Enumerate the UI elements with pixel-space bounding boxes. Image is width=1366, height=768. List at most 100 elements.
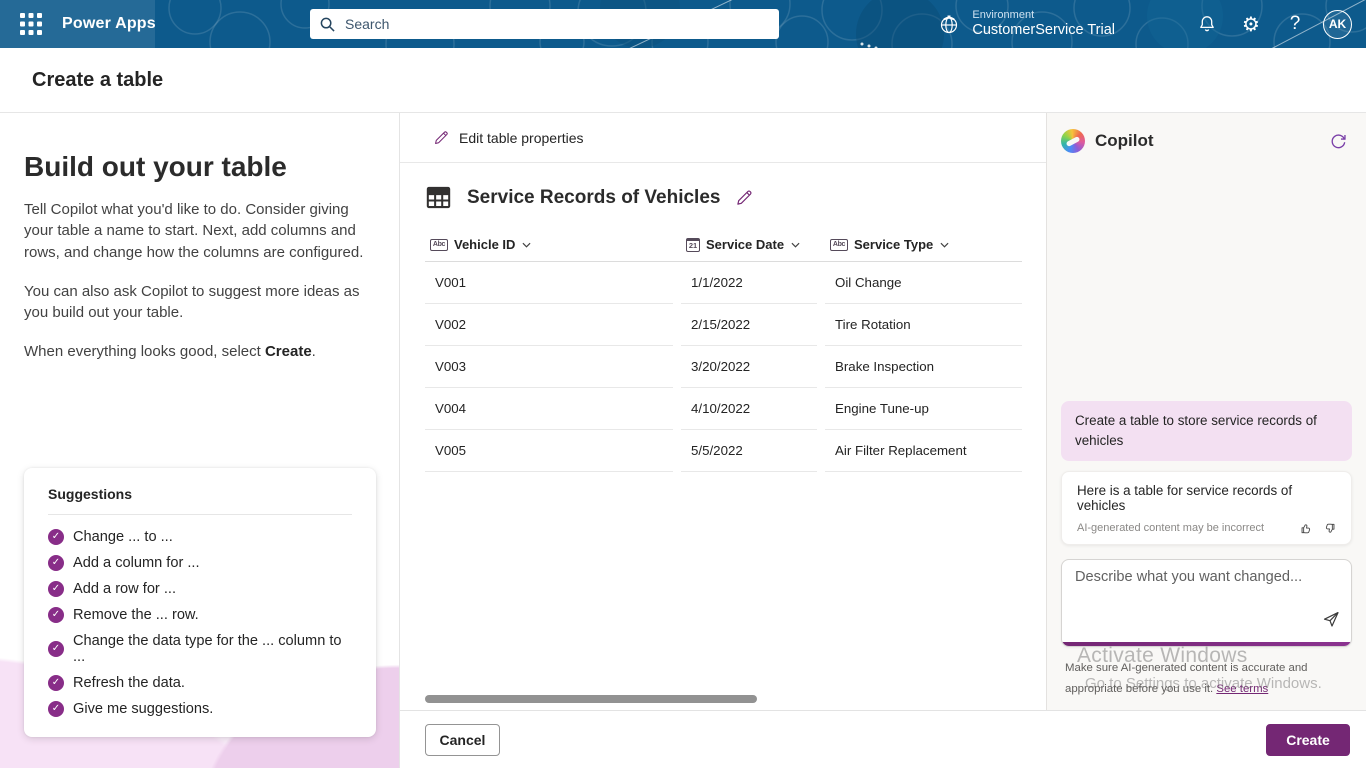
table-row[interactable]: V001 1/1/2022 Oil Change <box>425 262 1022 304</box>
app-launcher-waffle-icon[interactable] <box>14 7 48 41</box>
suggestion-item[interactable]: ✓ Change ... to ... <box>48 529 352 545</box>
cancel-button[interactable]: Cancel <box>425 723 500 756</box>
text-type-icon: Abc <box>830 238 848 251</box>
topbar-left: Power Apps <box>0 0 170 48</box>
suggestions-title: Suggestions <box>48 486 133 502</box>
page-header: Create a table <box>0 48 1366 113</box>
table-row[interactable]: V003 3/20/2022 Brake Inspection <box>425 346 1022 388</box>
panel-paragraph-3: When everything looks good, select Creat… <box>24 341 376 362</box>
chevron-down-icon <box>522 242 531 248</box>
check-icon: ✓ <box>48 555 64 571</box>
ai-disclaimer: AI-generated content may be incorrect <box>1077 522 1265 535</box>
suggestion-label: Change the data type for the ... column … <box>73 633 342 665</box>
send-icon <box>1323 611 1339 627</box>
refresh-icon <box>1331 133 1346 148</box>
copilot-message-footer: AI-generated content may be incorrect <box>1077 522 1336 535</box>
check-icon: ✓ <box>48 581 64 597</box>
suggestion-label: Give me suggestions. <box>73 701 214 717</box>
page-title: Create a table <box>32 68 164 91</box>
column-header-service-type[interactable]: Abc Service Type <box>825 237 1022 252</box>
footer-bar: Cancel Create <box>400 710 1366 768</box>
environment-name: CustomerService Trial <box>972 21 1115 38</box>
column-header-service-date[interactable]: 21 Service Date <box>681 237 817 252</box>
edit-table-name-icon[interactable] <box>735 189 753 207</box>
suggestion-item[interactable]: ✓ Refresh the data. <box>48 675 352 691</box>
cell-service-date: 5/5/2022 <box>681 430 817 472</box>
settings-button[interactable]: ⚙ <box>1229 0 1273 48</box>
table-header-row: Abc Vehicle ID 21 Service Date Abc Servi… <box>425 237 1022 262</box>
account-avatar[interactable]: AK <box>1323 9 1352 39</box>
edit-table-properties-button[interactable]: Edit table properties <box>400 113 1046 163</box>
gear-icon: ⚙ <box>1242 13 1260 36</box>
paragraph-3-prefix: When everything looks good, select <box>24 343 265 361</box>
suggestion-label: Add a column for ... <box>73 555 200 571</box>
panel-paragraph-2: You can also ask Copilot to suggest more… <box>24 282 360 322</box>
check-icon: ✓ <box>48 641 64 657</box>
thumbs-up-icon <box>1301 524 1311 534</box>
suggestion-item[interactable]: ✓ Remove the ... row. <box>48 607 352 623</box>
see-terms-link[interactable]: See terms <box>1216 683 1268 695</box>
copilot-chat-message: Here is a table for service records of v… <box>1061 470 1352 545</box>
table-row[interactable]: V002 2/15/2022 Tire Rotation <box>425 304 1022 346</box>
user-chat-message: Create a table to store service records … <box>1061 400 1352 461</box>
column-label: Service Date <box>706 237 785 252</box>
app-name[interactable]: Power Apps <box>62 15 156 33</box>
suggestions-card: Suggestions ✓ Change ... to ... ✓ Add a co… <box>24 468 376 737</box>
suggestion-item[interactable]: ✓ Change the data type for the ... column… <box>48 633 352 665</box>
panel-paragraph-1: Tell Copilot what you'd like to do. Cons… <box>24 201 364 261</box>
help-button[interactable]: ? <box>1273 0 1317 48</box>
check-icon: ✓ <box>48 607 64 623</box>
copilot-prompt-input[interactable] <box>1062 559 1351 634</box>
notifications-button[interactable] <box>1185 0 1229 48</box>
cell-service-date: 1/1/2022 <box>681 262 817 304</box>
copilot-panel: Copilot Create a table to store service … <box>1046 113 1366 710</box>
cell-vehicle-id: V002 <box>425 304 673 346</box>
cell-vehicle-id: V004 <box>425 388 673 430</box>
environment-picker[interactable]: Environment CustomerService Trial <box>938 9 1115 38</box>
table-preview-panel: Edit table properties Service Records of… <box>400 113 1046 710</box>
cell-service-type: Engine Tune-up <box>825 388 1022 430</box>
footnote-text: Make sure AI-generated content is accura… <box>1065 661 1308 695</box>
paragraph-3-bold: Create <box>264 343 312 361</box>
pencil-icon <box>435 130 448 144</box>
copilot-message-text: Here is a table for service records of v… <box>1077 482 1293 513</box>
environment-icon <box>941 15 958 34</box>
input-accent-bar <box>1062 641 1351 646</box>
suggestion-label: Refresh the data. <box>73 675 185 691</box>
chevron-down-icon <box>791 242 800 248</box>
search-input[interactable] <box>345 16 769 32</box>
send-button[interactable] <box>1321 609 1341 634</box>
column-header-vehicle-id[interactable]: Abc Vehicle ID <box>425 237 673 252</box>
cell-service-type: Tire Rotation <box>825 304 1022 346</box>
cell-service-type: Air Filter Replacement <box>825 430 1022 472</box>
copilot-input-box <box>1061 558 1352 647</box>
chevron-down-icon <box>940 242 949 248</box>
table-row[interactable]: V004 4/10/2022 Engine Tune-up <box>425 388 1022 430</box>
cell-vehicle-id: V005 <box>425 430 673 472</box>
help-icon: ? <box>1289 13 1301 34</box>
suggestion-item[interactable]: ✓ Add a row for ... <box>48 581 352 597</box>
cell-service-date: 4/10/2022 <box>681 388 817 430</box>
create-button[interactable]: Create <box>1266 723 1350 756</box>
table-row[interactable]: V005 5/5/2022 Air Filter Replacement <box>425 430 1022 472</box>
instructions-content: Build out your table Tell Copilot what y… <box>0 113 399 363</box>
instructions-panel: Build out your table Tell Copilot what y… <box>0 113 400 768</box>
cell-service-date: 2/15/2022 <box>681 304 817 346</box>
horizontal-scrollbar[interactable] <box>425 695 757 703</box>
suggestion-item[interactable]: ✓ Add a column for ... <box>48 555 352 571</box>
suggestion-item[interactable]: ✓ Give me suggestions. <box>48 701 352 717</box>
thumbs-down-button[interactable] <box>1323 522 1336 535</box>
thumbs-up-button[interactable] <box>1300 522 1313 535</box>
environment-label: Environment <box>972 9 1035 22</box>
global-search[interactable] <box>310 9 779 39</box>
refresh-chat-button[interactable] <box>1324 127 1352 155</box>
table-icon <box>426 186 451 209</box>
suggestions-list: ✓ Change ... to ... ✓ Add a column for ...… <box>48 529 352 717</box>
panel-heading: Build out your table <box>24 151 287 182</box>
topbar-right: Environment CustomerService Trial ⚙ ? AK <box>938 0 1366 48</box>
feedback-buttons <box>1300 522 1336 535</box>
cell-service-type: Brake Inspection <box>825 346 1022 388</box>
suggestion-label: Change ... to ... <box>73 529 173 545</box>
table-title: Service Records of Vehicles <box>467 186 721 208</box>
cell-vehicle-id: V001 <box>425 262 673 304</box>
